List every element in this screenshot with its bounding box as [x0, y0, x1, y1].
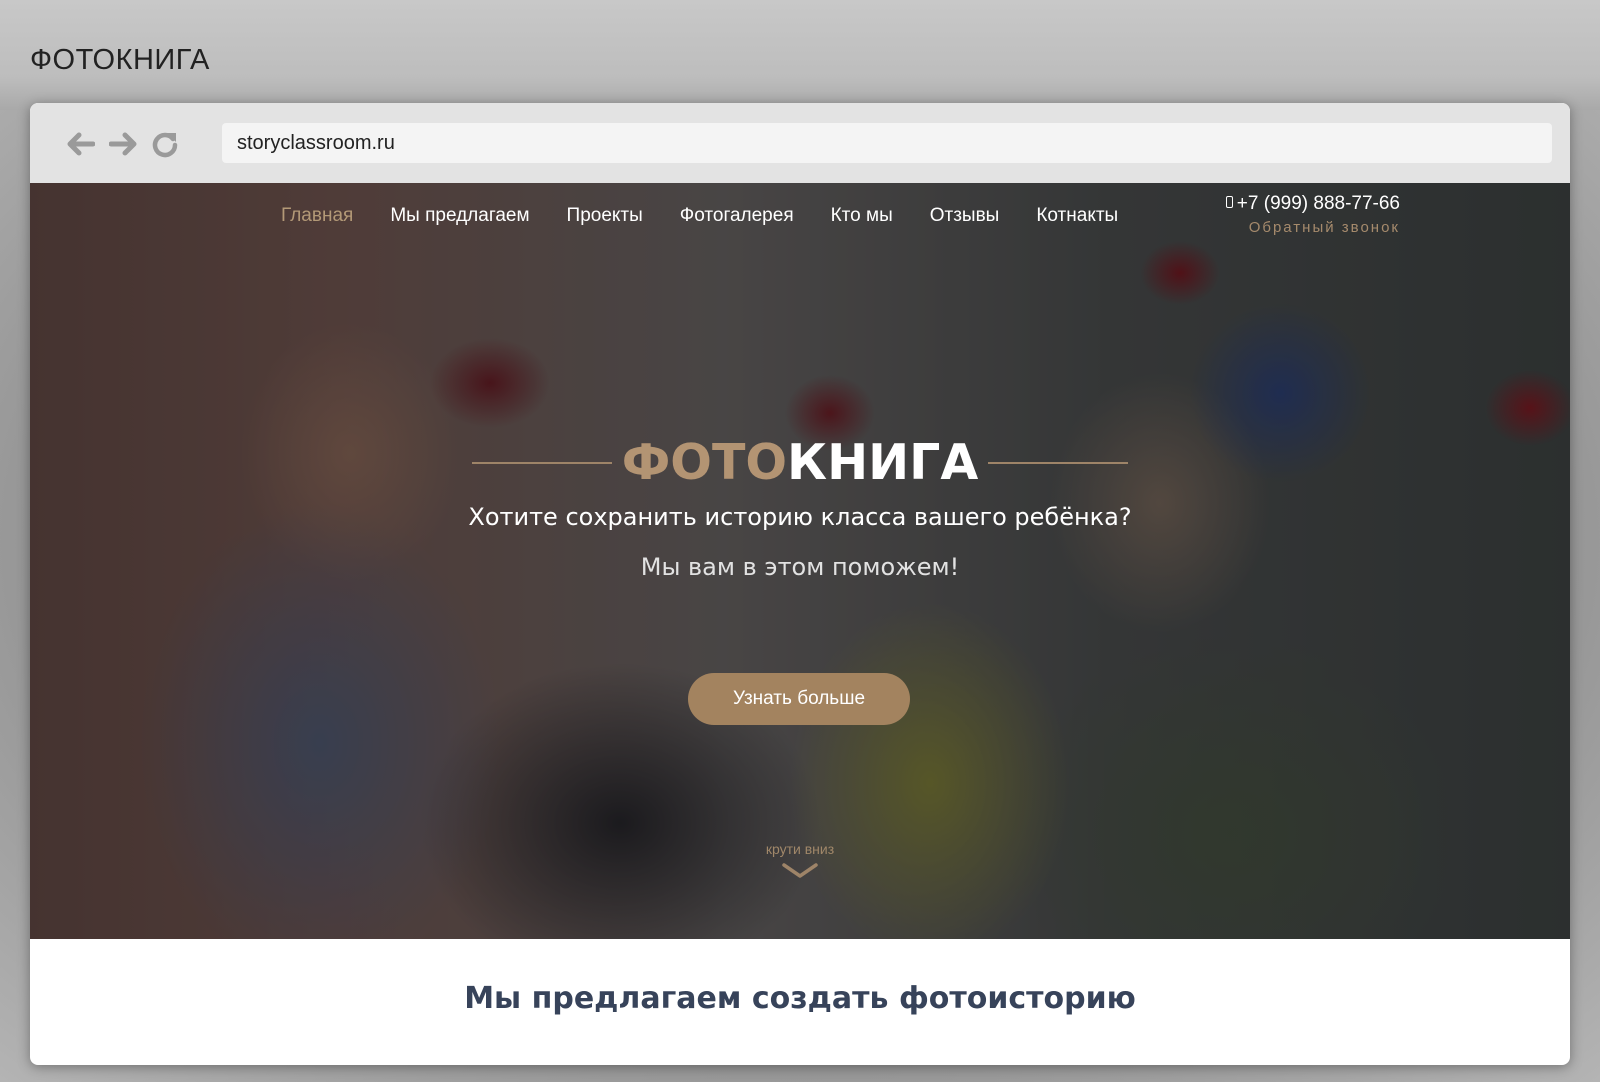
hero-title-accent: ФОТО — [621, 434, 788, 491]
nav-item-offer[interactable]: Мы предлагаем — [390, 205, 529, 227]
page-title: ФОТОКНИГА — [30, 44, 210, 76]
reload-button[interactable] — [149, 128, 181, 160]
nav-item-projects[interactable]: Проекты — [567, 205, 643, 227]
forward-button[interactable] — [107, 128, 139, 160]
hero-subtitle-secondary: Мы вам в этом поможем! — [640, 553, 960, 581]
backdrop-band — [0, 0, 1600, 110]
phone-icon — [1225, 196, 1233, 208]
section-title: Мы предлагаем создать фотоисторию — [464, 981, 1136, 1016]
nav-item-gallery[interactable]: Фотогалерея — [680, 205, 794, 227]
title-divider-left — [471, 462, 612, 464]
nav-item-reviews[interactable]: Отзывы — [930, 205, 1000, 227]
hero-title: ФОТОКНИГА — [30, 433, 1570, 493]
hero-section: Главная Мы предлагаем Проекты Фотогалере… — [30, 183, 1570, 939]
phone-number[interactable]: +7 (999) 888-77-66 — [1180, 193, 1400, 215]
nav-item-about[interactable]: Кто мы — [831, 205, 893, 227]
site-nav: Главная Мы предлагаем Проекты Фотогалере… — [281, 205, 1155, 227]
arrow-right-icon — [109, 132, 137, 156]
phone-text: +7 (999) 888-77-66 — [1236, 193, 1400, 214]
scroll-down-hint[interactable]: крути вниз — [30, 841, 1570, 879]
browser-window: storyclassroom.ru Главная Мы предлагаем … — [30, 103, 1570, 1065]
title-divider-right — [988, 462, 1129, 464]
callback-link[interactable]: Обратный звонок — [1180, 219, 1400, 236]
chevron-down-icon — [782, 863, 818, 878]
learn-more-button[interactable]: Узнать больше — [688, 673, 910, 725]
url-input[interactable]: storyclassroom.ru — [222, 123, 1552, 163]
back-button[interactable] — [65, 128, 97, 160]
hero-title-main: КНИГА — [787, 434, 979, 491]
nav-item-contacts[interactable]: Котнакты — [1036, 205, 1118, 227]
hero-title-text: ФОТОКНИГА — [622, 433, 979, 493]
arrow-left-icon — [67, 132, 95, 156]
hero-subtitle: Хотите сохранить историю класса вашего р… — [468, 503, 1132, 531]
nav-item-home[interactable]: Главная — [281, 205, 353, 227]
contact-block: +7 (999) 888-77-66 Обратный звонок — [1180, 193, 1400, 236]
browser-toolbar: storyclassroom.ru — [30, 103, 1570, 183]
scroll-hint-text: крути вниз — [765, 841, 835, 857]
reload-icon — [152, 132, 178, 158]
